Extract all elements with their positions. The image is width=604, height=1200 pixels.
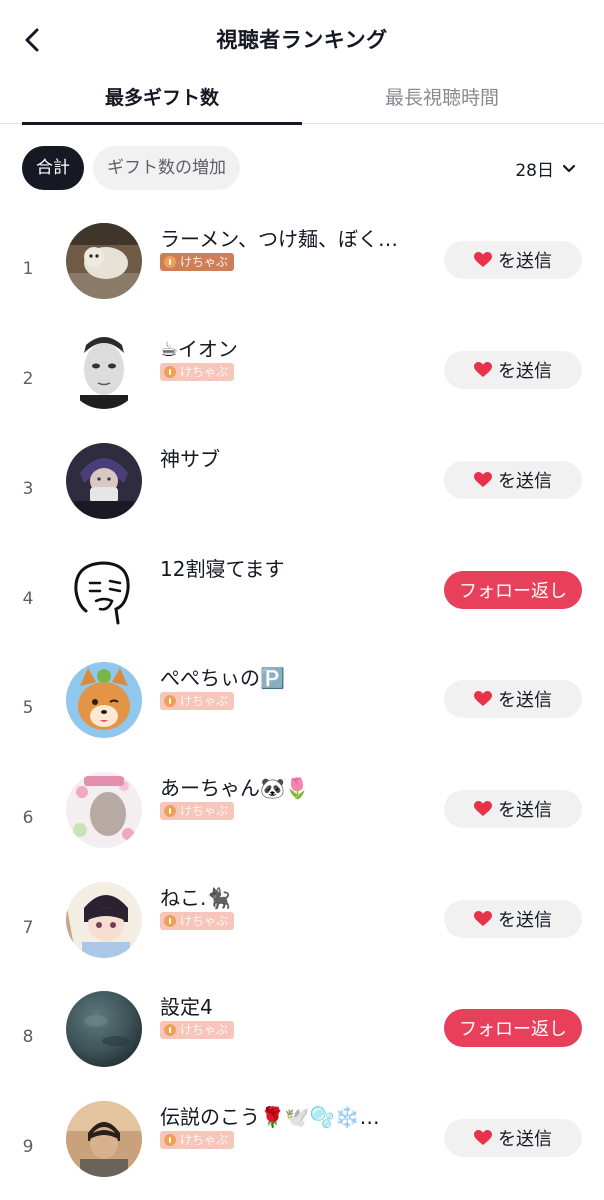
- tab-most-gifts[interactable]: 最多ギフト数: [22, 78, 302, 125]
- send-gift-button[interactable]: を送信: [444, 900, 582, 938]
- fan-badge-label: けちゃぶ: [180, 694, 229, 708]
- send-gift-label: を送信: [498, 471, 552, 492]
- fan-badge-label: けちゃぶ: [180, 365, 229, 379]
- page-title: 視聴者ランキング: [216, 28, 388, 52]
- send-gift-button[interactable]: を送信: [444, 461, 582, 499]
- tab-longest-watch-time[interactable]: 最長視聴時間: [302, 78, 582, 124]
- viewer-name: ねこ.🐈‍⬛: [160, 886, 232, 910]
- viewer-row[interactable]: 4 12割寝てます フォロー返し: [0, 551, 604, 659]
- viewer-name: ラーメン、つけ麺、ぼく…: [160, 227, 398, 251]
- badge-level-icon: [164, 1024, 176, 1036]
- badge-level-icon: [164, 915, 176, 927]
- fan-badge: けちゃぶ: [160, 363, 235, 381]
- rank-number: 3: [22, 479, 34, 499]
- viewer-row[interactable]: 6 あーちゃん🐼🌷 けちゃぶ を送信: [0, 770, 604, 878]
- avatar[interactable]: [66, 333, 142, 409]
- badge-level-icon: [164, 366, 176, 378]
- viewer-row[interactable]: 2 ☕イオン けちゃぶ を送信: [0, 331, 604, 439]
- viewer-row[interactable]: 9 伝説のこう🌹🕊️🫧❄️… けちゃぶ を送信: [0, 1099, 604, 1200]
- rank-number: 4: [22, 589, 34, 609]
- send-gift-button[interactable]: を送信: [444, 1119, 582, 1157]
- avatar[interactable]: [66, 553, 142, 629]
- send-gift-label: を送信: [498, 361, 552, 382]
- fan-badge-label: けちゃぶ: [180, 914, 229, 928]
- rank-number: 7: [22, 918, 34, 938]
- heart-icon: [474, 252, 492, 267]
- heart-icon: [474, 472, 492, 487]
- viewer-name: 設定4: [160, 995, 213, 1019]
- fan-badge: けちゃぶ: [160, 912, 235, 930]
- badge-level-icon: [164, 805, 176, 817]
- fan-badge-label: けちゃぶ: [180, 1133, 229, 1147]
- chevron-down-icon: [562, 164, 576, 172]
- header: 視聴者ランキング: [0, 0, 604, 78]
- viewer-name: 12割寝てます: [160, 557, 285, 581]
- viewer-name: ぺぺちぃの🅿️: [160, 666, 285, 690]
- fan-badge-label: けちゃぶ: [180, 255, 229, 269]
- period-value: 28日: [515, 161, 554, 181]
- heart-icon: [474, 691, 492, 706]
- viewer-row[interactable]: 1 ラーメン、つけ麺、ぼく… けちゃぶ を送信: [0, 221, 604, 329]
- fan-badge-label: けちゃぶ: [180, 1023, 229, 1037]
- avatar[interactable]: [66, 991, 142, 1067]
- avatar[interactable]: [66, 1101, 142, 1177]
- send-gift-label: を送信: [498, 800, 552, 821]
- tab-bar: 最多ギフト数 最長視聴時間: [0, 78, 604, 125]
- send-gift-button[interactable]: を送信: [444, 241, 582, 279]
- rank-number: 8: [22, 1027, 34, 1047]
- follow-back-button[interactable]: フォロー返し: [444, 571, 582, 609]
- period-dropdown[interactable]: 28日: [515, 156, 576, 181]
- fan-badge: けちゃぶ: [160, 802, 235, 820]
- viewer-name: ☕イオン: [160, 337, 238, 361]
- viewer-name: 神サブ: [160, 447, 220, 471]
- send-gift-button[interactable]: を送信: [444, 790, 582, 828]
- badge-level-icon: [164, 695, 176, 707]
- fan-badge: けちゃぶ: [160, 1131, 235, 1149]
- avatar[interactable]: [66, 772, 142, 848]
- viewer-name: あーちゃん🐼🌷: [160, 776, 310, 800]
- rank-number: 1: [22, 259, 34, 279]
- send-gift-button[interactable]: を送信: [444, 351, 582, 389]
- send-gift-label: を送信: [498, 1129, 552, 1150]
- send-gift-label: を送信: [498, 690, 552, 711]
- avatar[interactable]: [66, 662, 142, 738]
- fan-badge-label: けちゃぶ: [180, 804, 229, 818]
- filter-bar: 合計 ギフト数の増加 28日: [0, 146, 604, 192]
- filter-gift-increase-chip[interactable]: ギフト数の増加: [93, 146, 240, 190]
- send-gift-label: を送信: [498, 910, 552, 931]
- fan-badge: けちゃぶ: [160, 1021, 235, 1039]
- avatar[interactable]: [66, 443, 142, 519]
- rank-number: 2: [22, 369, 34, 389]
- rank-number: 6: [22, 808, 34, 828]
- viewer-row[interactable]: 8 設定4 けちゃぶ フォロー返し: [0, 989, 604, 1097]
- heart-icon: [474, 1130, 492, 1145]
- fan-badge: けちゃぶ: [160, 692, 235, 710]
- viewer-row[interactable]: 5 ぺぺちぃの🅿️ けちゃぶ を送信: [0, 660, 604, 768]
- filter-total-chip[interactable]: 合計: [22, 146, 84, 190]
- avatar[interactable]: [66, 223, 142, 299]
- heart-icon: [474, 911, 492, 926]
- badge-level-icon: [164, 256, 176, 268]
- heart-icon: [474, 801, 492, 816]
- badge-level-icon: [164, 1134, 176, 1146]
- avatar[interactable]: [66, 882, 142, 958]
- viewer-row[interactable]: 7 ねこ.🐈‍⬛ けちゃぶ を送信: [0, 880, 604, 988]
- rank-number: 5: [22, 698, 34, 718]
- send-gift-label: を送信: [498, 251, 552, 272]
- viewer-name: 伝説のこう🌹🕊️🫧❄️…: [160, 1105, 380, 1129]
- fan-badge: けちゃぶ: [160, 253, 235, 271]
- heart-icon: [474, 362, 492, 377]
- rank-number: 9: [22, 1137, 34, 1157]
- follow-back-button[interactable]: フォロー返し: [444, 1009, 582, 1047]
- send-gift-button[interactable]: を送信: [444, 680, 582, 718]
- viewer-row[interactable]: 3 神サブ を送信: [0, 441, 604, 549]
